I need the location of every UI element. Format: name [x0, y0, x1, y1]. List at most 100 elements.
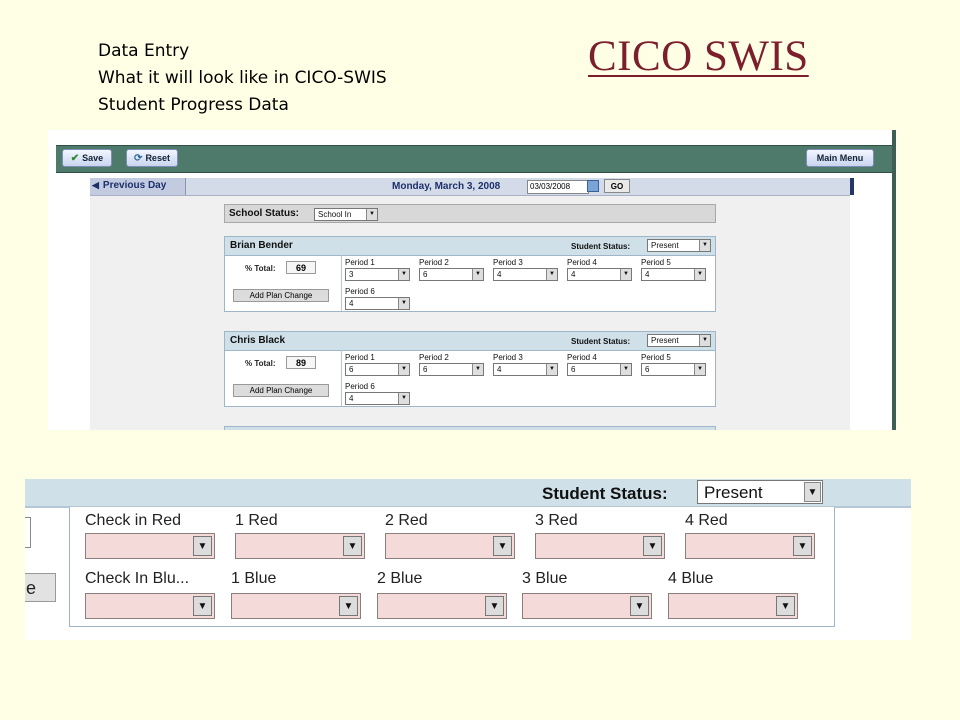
dropdown-arrow-icon: ▼: [776, 596, 795, 616]
percent-total-label: % Total:: [245, 264, 276, 273]
period-3-label: Period 3: [493, 258, 523, 267]
student-status-select[interactable]: Present ▼: [697, 480, 823, 504]
period-5-select[interactable]: 4 ▼: [641, 268, 706, 281]
add-plan-change-button[interactable]: Add Plan Change: [233, 289, 329, 302]
period-2-select[interactable]: 6 ▼: [419, 363, 484, 376]
check-in-red-label: Check in Red: [85, 512, 182, 529]
period-6-label: Period 6: [345, 382, 375, 391]
dropdown-arrow-icon: ▼: [339, 596, 358, 616]
divider: [341, 350, 342, 406]
student-status-value: Present: [704, 483, 763, 502]
dropdown-arrow-icon: ▼: [398, 298, 409, 309]
period-2-value: 6: [423, 365, 428, 374]
left-arrow-icon: ◀: [92, 180, 99, 190]
dropdown-arrow-icon: ▼: [398, 393, 409, 404]
dropdown-arrow-icon: ▼: [546, 269, 557, 280]
red-4-label: 4 Red: [685, 512, 728, 529]
period-4-select[interactable]: 6 ▼: [567, 363, 632, 376]
student-status-label: Student Status:: [571, 242, 631, 251]
student-name: Brian Bender: [230, 240, 293, 251]
student-header: [225, 427, 715, 430]
caption-line-3: Student Progress Data: [98, 95, 289, 115]
add-plan-change-button-partial[interactable]: e: [25, 573, 56, 602]
blue-2-select[interactable]: ▼: [377, 593, 507, 619]
student-body: % Total: 89 Add Plan Change Period 1 6 ▼ …: [225, 350, 715, 406]
period-2-label: Period 2: [419, 258, 449, 267]
previous-day-button[interactable]: ◀ Previous Day: [92, 180, 166, 191]
red-3-label: 3 Red: [535, 512, 578, 529]
red-2-select[interactable]: ▼: [385, 533, 515, 559]
reset-label: Reset: [145, 153, 170, 163]
period-5-label: Period 5: [641, 258, 671, 267]
school-status-bar: School Status: School In ▼: [224, 204, 716, 223]
dropdown-arrow-icon: ▼: [485, 596, 504, 616]
red-3-select[interactable]: ▼: [535, 533, 665, 559]
student-status-label: Student Status:: [542, 484, 668, 503]
percent-total-value: 69: [286, 261, 316, 274]
dropdown-arrow-icon: ▼: [699, 335, 710, 346]
period-3-select[interactable]: 4 ▼: [493, 268, 558, 281]
zoomed-student-header: Student Status: Present ▼: [25, 479, 911, 508]
period-6-select[interactable]: 4 ▼: [345, 392, 410, 405]
blue-3-select[interactable]: ▼: [522, 593, 652, 619]
scrollbar-edge: [850, 178, 854, 195]
calendar-icon[interactable]: [587, 180, 599, 192]
blue-1-select[interactable]: ▼: [231, 593, 361, 619]
previous-day-label: Previous Day: [102, 180, 167, 191]
period-5-value: 6: [645, 365, 650, 374]
student-card-partial: [224, 426, 716, 430]
go-button[interactable]: GO: [604, 179, 630, 193]
period-1-select[interactable]: 6 ▼: [345, 363, 410, 376]
student-card: Chris Black Student Status: Present ▼ % …: [224, 331, 716, 407]
period-2-select[interactable]: 6 ▼: [419, 268, 484, 281]
save-button[interactable]: ✔ Save: [62, 149, 112, 167]
add-plan-change-button[interactable]: Add Plan Change: [233, 384, 329, 397]
dropdown-arrow-icon: ▼: [493, 536, 512, 556]
caption-line-1: Data Entry: [98, 41, 190, 61]
dropdown-arrow-icon: ▼: [343, 536, 362, 556]
toolbar: ✔ Save ⟳ Reset Main Menu: [56, 145, 892, 173]
dropdown-arrow-icon: ▼: [694, 269, 705, 280]
student-card: Brian Bender Student Status: Present ▼ %…: [224, 236, 716, 312]
red-4-select[interactable]: ▼: [685, 533, 815, 559]
current-date-label: Monday, March 3, 2008: [392, 181, 501, 192]
dropdown-arrow-icon: ▼: [472, 364, 483, 375]
period-1-select[interactable]: 3 ▼: [345, 268, 410, 281]
period-6-label: Period 6: [345, 287, 375, 296]
check-in-blue-select[interactable]: ▼: [85, 593, 215, 619]
period-3-label: Period 3: [493, 353, 523, 362]
student-body: % Total: 69 Add Plan Change Period 1 3 ▼ …: [225, 255, 715, 311]
period-3-select[interactable]: 4 ▼: [493, 363, 558, 376]
dropdown-arrow-icon: ▼: [793, 536, 812, 556]
period-5-value: 4: [645, 270, 650, 279]
dropdown-arrow-icon: ▼: [804, 482, 821, 502]
red-1-select[interactable]: ▼: [235, 533, 365, 559]
percent-total-value: 89: [286, 356, 316, 369]
red-2-label: 2 Red: [385, 512, 428, 529]
dropdown-arrow-icon: ▼: [630, 596, 649, 616]
divider: [341, 255, 342, 311]
student-status-select[interactable]: Present ▼: [647, 239, 711, 252]
student-header: Brian Bender Student Status: Present ▼: [225, 237, 715, 256]
date-input[interactable]: 03/03/2008: [527, 180, 589, 194]
period-6-select[interactable]: 4 ▼: [345, 297, 410, 310]
blue-4-select[interactable]: ▼: [668, 593, 798, 619]
slide-caption: Data Entry What it will look like in CIC…: [98, 38, 387, 119]
school-status-select[interactable]: School In ▼: [314, 208, 378, 221]
student-status-select[interactable]: Present ▼: [647, 334, 711, 347]
save-label: Save: [82, 153, 104, 163]
period-1-value: 6: [349, 365, 354, 374]
period-4-select[interactable]: 4 ▼: [567, 268, 632, 281]
blue-2-label: 2 Blue: [377, 570, 423, 587]
period-4-value: 6: [571, 365, 576, 374]
main-menu-button[interactable]: Main Menu: [806, 149, 874, 167]
student-status-value: Present: [651, 241, 679, 250]
student-name: Chris Black: [230, 335, 286, 346]
blue-1-label: 1 Blue: [231, 570, 277, 587]
dropdown-arrow-icon: ▼: [546, 364, 557, 375]
check-in-red-select[interactable]: ▼: [85, 533, 215, 559]
period-5-select[interactable]: 6 ▼: [641, 363, 706, 376]
reset-button[interactable]: ⟳ Reset: [126, 149, 178, 167]
period-1-label: Period 1: [345, 353, 375, 362]
zoomed-detail-screenshot: Student Status: Present ▼ e Check in Red…: [25, 479, 911, 640]
